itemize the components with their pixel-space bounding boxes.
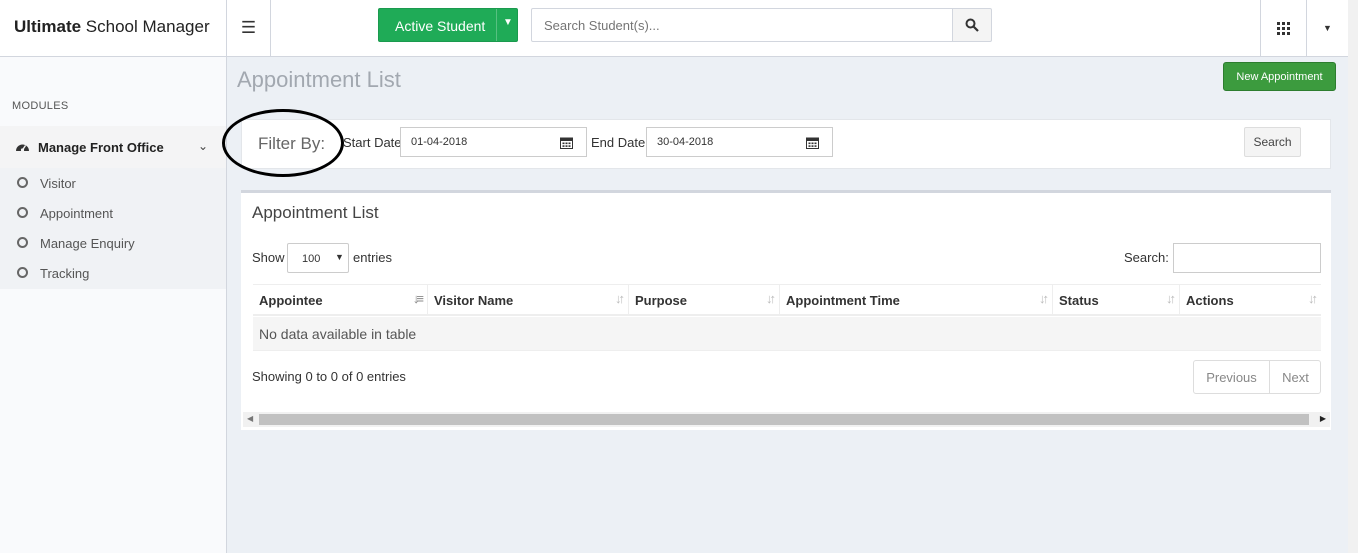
apps-grid-button[interactable] — [1260, 0, 1306, 56]
entries-value: 100 — [302, 253, 321, 265]
active-student-label: Active Student — [395, 18, 486, 34]
active-student-dropdown[interactable]: Active Student ▼ — [378, 8, 518, 42]
circle-icon — [17, 207, 28, 218]
scrollbar-thumb[interactable] — [259, 414, 1309, 425]
hamburger-menu-icon[interactable]: ☰ — [227, 0, 271, 56]
table-row: No data available in table — [253, 317, 1321, 351]
panel-title: Appointment List — [252, 203, 379, 222]
sidebar-item-label: Visitor — [40, 176, 76, 191]
sidebar-item-label: Appointment — [40, 206, 113, 221]
sidebar-item-appointment[interactable]: Appointment — [0, 198, 226, 228]
caret-down-icon: ▼ — [335, 252, 344, 262]
scroll-left-arrow-icon[interactable]: ◀ — [247, 414, 253, 423]
circle-icon — [17, 237, 28, 248]
sidebar-item-tracking[interactable]: Tracking — [0, 258, 226, 288]
column-header-appointment-time[interactable]: Appointment Time ↓↑ — [780, 285, 1053, 315]
brand-rest: School Manager — [81, 17, 210, 36]
top-header: Ultimate School Manager ☰ Active Student… — [0, 0, 1358, 57]
caret-down-icon[interactable]: ▼ — [503, 17, 513, 28]
start-date-input[interactable]: 01-04-2018 — [400, 127, 548, 157]
column-header-label: Purpose — [635, 293, 688, 308]
sort-icon: ↓↑ — [1039, 291, 1049, 306]
end-date-input[interactable]: 30-04-2018 — [646, 127, 794, 157]
modules-heading: MODULES — [12, 100, 69, 112]
filter-search-button[interactable]: Search — [1244, 127, 1301, 157]
table-search-label: Search: — [1124, 250, 1169, 265]
pagination: Previous Next — [1193, 360, 1321, 394]
circle-icon — [17, 267, 28, 278]
horizontal-scrollbar[interactable]: ◀ ▶ — [243, 412, 1330, 427]
table-header-row: Appointee ↓≡ Visitor Name ↓↑ Purpose ↓↑ … — [253, 284, 1321, 316]
user-menu-caret-icon[interactable]: ▼ — [1306, 0, 1348, 56]
column-header-label: Actions — [1186, 293, 1234, 308]
sidebar: MODULES Manage Front Office ⌄ Visitor Ap… — [0, 57, 227, 553]
column-header-purpose[interactable]: Purpose ↓↑ — [629, 285, 780, 315]
sidebar-item-label: Manage Enquiry — [40, 236, 135, 251]
dropdown-separator — [496, 9, 497, 41]
start-date-label: Start Date: — [343, 135, 406, 150]
brand-bold: Ultimate — [14, 17, 82, 36]
sort-icon: ↓↑ — [1166, 291, 1176, 306]
column-header-visitor-name[interactable]: Visitor Name ↓↑ — [428, 285, 629, 315]
chevron-down-icon: ⌄ — [198, 139, 209, 153]
previous-page-button[interactable]: Previous — [1194, 361, 1270, 393]
search-button[interactable] — [952, 8, 992, 42]
vertical-scrollbar[interactable] — [1348, 0, 1358, 553]
empty-table-text: No data available in table — [259, 326, 417, 342]
next-page-button[interactable]: Next — [1270, 361, 1321, 393]
entries-label: entries — [353, 250, 393, 265]
sort-asc-icon: ↓≡ — [412, 291, 424, 306]
end-date-calendar-button[interactable] — [793, 127, 833, 157]
calendar-icon — [806, 137, 819, 149]
sidebar-item-manage-enquiry[interactable]: Manage Enquiry — [0, 228, 226, 258]
student-search-input[interactable] — [531, 8, 953, 42]
column-header-label: Status — [1059, 293, 1099, 308]
grid-icon — [1277, 21, 1290, 35]
table-search-input[interactable] — [1173, 243, 1321, 273]
column-header-label: Visitor Name — [434, 293, 514, 308]
calendar-icon — [560, 137, 573, 149]
column-header-actions[interactable]: Actions ↓↑ — [1180, 285, 1321, 315]
scroll-right-arrow-icon[interactable]: ▶ — [1320, 414, 1326, 423]
page-title: Appointment List — [237, 67, 401, 92]
column-header-label: Appointment Time — [786, 293, 900, 308]
column-header-status[interactable]: Status ↓↑ — [1053, 285, 1180, 315]
end-date-label: End Date: — [591, 135, 649, 150]
menu-item-manage-front-office[interactable]: Manage Front Office ⌄ — [0, 126, 226, 168]
sort-icon: ↓↑ — [615, 291, 625, 306]
show-label: Show — [252, 250, 285, 265]
table-info-text: Showing 0 to 0 of 0 entries — [252, 369, 406, 384]
sidebar-item-visitor[interactable]: Visitor — [0, 168, 226, 198]
dashboard-icon — [15, 140, 30, 156]
sort-icon: ↓↑ — [1308, 291, 1318, 306]
column-header-appointee[interactable]: Appointee ↓≡ — [253, 285, 428, 315]
search-icon — [965, 18, 979, 32]
menu-group-label: Manage Front Office — [38, 140, 164, 155]
menu-group-front-office: Manage Front Office ⌄ Visitor Appointmen… — [0, 126, 226, 289]
entries-per-page-select[interactable]: 100 ▼ — [287, 243, 349, 273]
new-appointment-button[interactable]: New Appointment — [1223, 62, 1336, 91]
circle-icon — [17, 177, 28, 188]
start-date-calendar-button[interactable] — [547, 127, 587, 157]
annotation-ellipse — [222, 109, 344, 177]
sort-icon: ↓↑ — [766, 291, 776, 306]
sidebar-item-label: Tracking — [40, 266, 90, 281]
column-header-label: Appointee — [259, 293, 323, 308]
app-brand[interactable]: Ultimate School Manager — [0, 0, 227, 56]
